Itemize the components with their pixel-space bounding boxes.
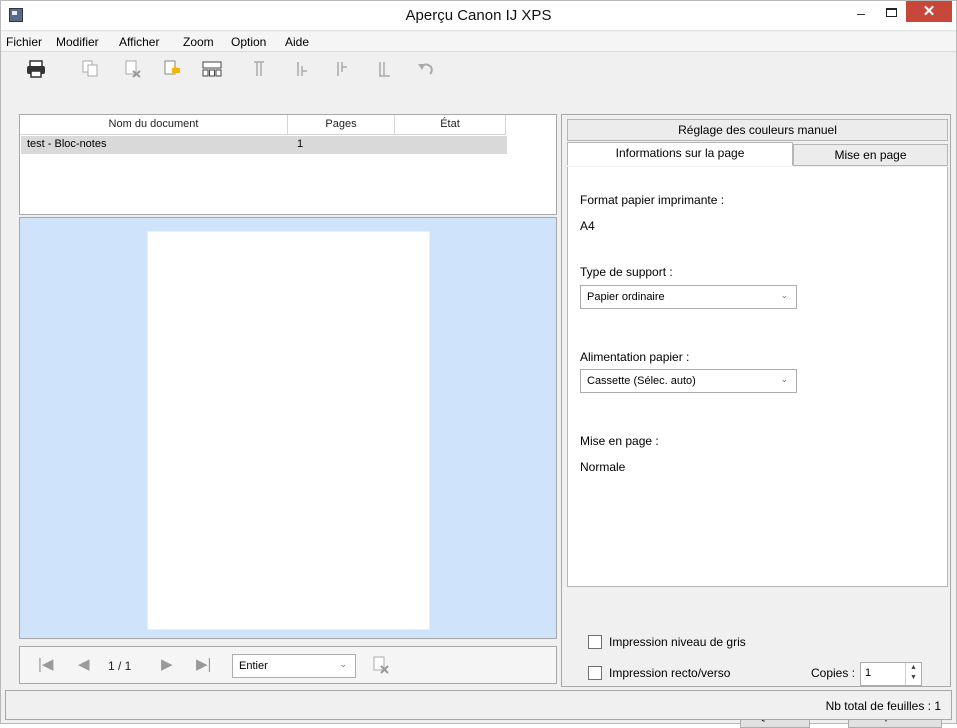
paper-size-value: A4 [580, 219, 595, 233]
first-page-button[interactable]: |◀ [38, 657, 53, 673]
app-window: Aperçu Canon IJ XPS ‒ ✕ Fichier Modifier… [0, 0, 957, 728]
layout-label: Mise en page : [580, 434, 659, 448]
duplex-checkbox[interactable] [588, 666, 602, 680]
table-row[interactable]: test - Bloc-notes 1 [21, 136, 507, 154]
menu-fichier[interactable]: Fichier [6, 35, 42, 49]
paper-source-label: Alimentation papier : [580, 350, 690, 364]
combine-document-icon[interactable] [79, 59, 101, 79]
chevron-down-icon: ⌄ [339, 659, 347, 669]
grayscale-option[interactable]: Impression niveau de gris [588, 635, 746, 649]
menu-aide[interactable]: Aide [285, 35, 309, 49]
move-last-icon[interactable] [373, 59, 395, 79]
menu-afficher[interactable]: Afficher [119, 35, 159, 49]
grayscale-label: Impression niveau de gris [609, 635, 746, 649]
duplex-label: Impression recto/verso [609, 666, 731, 680]
stepper-arrows[interactable]: ▲ ▼ [905, 663, 921, 685]
reset-document-icon[interactable] [161, 59, 183, 79]
delete-page-icon[interactable] [370, 655, 392, 675]
page-preview [148, 232, 429, 629]
media-type-select[interactable]: Papier ordinaire ⌄ [580, 285, 797, 309]
paper-size-label: Format papier imprimante : [580, 193, 725, 207]
undo-icon[interactable] [415, 59, 437, 79]
menu-option[interactable]: Option [231, 35, 266, 49]
zoom-select-value: Entier [239, 660, 268, 672]
column-pages[interactable]: Pages [288, 115, 395, 135]
media-type-value: Papier ordinaire [587, 291, 665, 303]
total-sheets-status: Nb total de feuilles : 1 [825, 699, 941, 713]
delete-document-icon[interactable] [121, 59, 143, 79]
move-first-icon[interactable] [248, 59, 270, 79]
page-information-content: Format papier imprimante : A4 Type de su… [567, 167, 948, 587]
media-type-label: Type de support : [580, 265, 673, 279]
duplex-option[interactable]: Impression recto/verso [588, 666, 730, 680]
chevron-down-icon: ⌄ [780, 374, 788, 384]
last-page-button[interactable]: ▶| [196, 657, 211, 673]
window-title: Aperçu Canon IJ XPS [405, 7, 552, 24]
close-button[interactable]: ✕ [906, 1, 952, 22]
grayscale-checkbox[interactable] [588, 635, 602, 649]
printer-icon[interactable] [25, 59, 47, 79]
document-list[interactable]: Nom du document Pages État test - Bloc-n… [19, 114, 557, 215]
tab-color-adjustment[interactable]: Réglage des couleurs manuel [567, 119, 948, 141]
settings-panel: Réglage des couleurs manuel Informations… [561, 114, 951, 728]
page-navigation-bar: |◀ ◀ 1 / 1 ▶ ▶| Entier ⌄ [19, 646, 557, 684]
minimize-button[interactable]: ‒ [846, 5, 876, 27]
menu-zoom[interactable]: Zoom [183, 35, 214, 49]
title-bar[interactable]: Aperçu Canon IJ XPS ‒ ✕ [1, 1, 956, 31]
menu-bar: Fichier Modifier Afficher Zoom Option Ai… [1, 32, 956, 52]
chevron-down-icon[interactable]: ▼ [906, 673, 921, 683]
zoom-select[interactable]: Entier ⌄ [232, 654, 356, 678]
document-name-cell: test - Bloc-notes [27, 138, 107, 150]
paper-source-value: Cassette (Sélec. auto) [587, 375, 696, 387]
move-up-icon[interactable] [291, 59, 313, 79]
status-bar: Nb total de feuilles : 1 [5, 690, 952, 720]
maximize-button[interactable] [876, 4, 906, 26]
tab-page-layout[interactable]: Mise en page [793, 144, 948, 166]
document-pages-cell: 1 [297, 138, 304, 150]
menu-modifier[interactable]: Modifier [56, 35, 99, 49]
column-state[interactable]: État [395, 115, 506, 135]
next-page-button[interactable]: ▶ [161, 657, 173, 673]
preview-area[interactable] [19, 217, 557, 639]
column-document-name[interactable]: Nom du document [20, 115, 288, 135]
copies-label: Copies : [811, 666, 856, 680]
document-list-header: Nom du document Pages État [20, 115, 506, 135]
view-thumbnails-icon[interactable] [201, 59, 223, 79]
layout-value: Normale [580, 460, 626, 474]
maximize-icon [885, 8, 897, 17]
tab-page-container: Format papier imprimante : A4 Type de su… [567, 167, 950, 728]
move-down-icon[interactable] [331, 59, 353, 79]
toolbar [1, 53, 956, 85]
chevron-down-icon: ⌄ [780, 290, 788, 300]
copies-stepper[interactable]: 1 ▲ ▼ [860, 662, 922, 686]
paper-source-select[interactable]: Cassette (Sélec. auto) ⌄ [580, 369, 797, 393]
tab-page-information[interactable]: Informations sur la page [567, 142, 793, 166]
chevron-up-icon[interactable]: ▲ [906, 663, 921, 673]
previous-page-button[interactable]: ◀ [78, 657, 90, 673]
copies-value: 1 [865, 667, 872, 679]
page-indicator: 1 / 1 [108, 659, 132, 673]
